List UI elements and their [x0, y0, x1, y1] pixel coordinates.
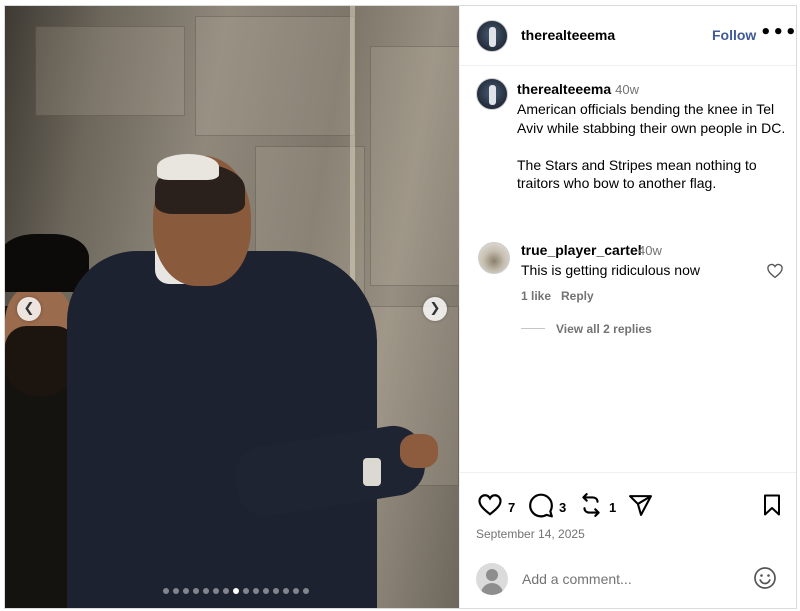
carousel-dot — [193, 588, 199, 594]
comment-text: This is getting ridiculous now — [521, 262, 700, 278]
comment-count: 3 — [559, 500, 567, 515]
carousel-prev-button[interactable]: ❮ — [17, 297, 41, 321]
comment-reply-button[interactable]: Reply — [561, 289, 594, 303]
share-send-icon[interactable] — [628, 493, 653, 518]
commenter-avatar[interactable] — [478, 242, 510, 274]
repost-icon[interactable] — [578, 492, 604, 518]
comment-bubble-icon[interactable] — [528, 492, 554, 518]
man-suit — [67, 251, 377, 608]
carousel-dot — [203, 588, 209, 594]
wall-stone — [35, 26, 185, 116]
man-hand — [400, 434, 438, 468]
wall-stone — [370, 46, 459, 286]
wall-stone — [195, 16, 355, 136]
carousel-dot — [243, 588, 249, 594]
save-bookmark-icon[interactable] — [760, 492, 784, 518]
carousel-dot — [293, 588, 299, 594]
like-count: 7 — [508, 500, 516, 515]
author-username[interactable]: therealteeema — [521, 27, 615, 43]
post-photo[interactable]: ❮ ❯ — [5, 6, 459, 608]
emoji-icon[interactable] — [753, 566, 777, 590]
like-heart-icon[interactable] — [477, 492, 503, 518]
caption-body: therealteeema 40w American officials bend… — [517, 80, 787, 192]
comment-like-heart-icon[interactable] — [766, 262, 784, 280]
post-actions: 7 3 1 September 14, 2025 — [460, 472, 796, 562]
carousel-dot — [173, 588, 179, 594]
carousel-dot — [283, 588, 289, 594]
carousel-dot — [273, 588, 279, 594]
add-comment-bar — [460, 554, 796, 608]
carousel-dot-active — [233, 588, 239, 594]
carousel-dot — [213, 588, 219, 594]
chevron-left-icon: ❮ — [23, 301, 35, 316]
carousel-next-button[interactable]: ❯ — [423, 297, 447, 321]
post-header: therealteeema Follow ••• — [460, 6, 796, 66]
comment-time: 40w — [638, 243, 662, 258]
shirt-cuff — [363, 458, 381, 486]
carousel-indicator — [163, 588, 309, 596]
follow-button[interactable]: Follow — [712, 27, 756, 43]
post-date: September 14, 2025 — [476, 527, 585, 541]
comment-likes[interactable]: 1 like — [521, 289, 551, 303]
carousel-dot — [183, 588, 189, 594]
carousel-dot — [223, 588, 229, 594]
carousel-dot — [263, 588, 269, 594]
more-options-icon[interactable]: ••• — [760, 22, 796, 43]
caption-username[interactable]: therealteeema — [517, 81, 611, 97]
carousel-dot — [163, 588, 169, 594]
add-comment-input[interactable] — [522, 568, 752, 590]
caption-time: 40w — [615, 82, 640, 97]
post-dialog: ❮ ❯ therealteeema Follow ••• therealteee… — [4, 5, 797, 609]
author-avatar[interactable] — [476, 20, 508, 52]
chevron-right-icon: ❯ — [429, 301, 441, 316]
carousel-dot — [253, 588, 259, 594]
kippah — [157, 154, 219, 180]
caption-avatar[interactable] — [476, 78, 508, 110]
caption-text: American officials bending the knee in T… — [517, 101, 786, 192]
post-side-panel: therealteeema Follow ••• therealteeema 40… — [459, 6, 796, 608]
carousel-dot — [303, 588, 309, 594]
view-replies-button[interactable]: View all 2 replies — [556, 322, 652, 336]
comment-username[interactable]: true_player_cartel — [521, 242, 642, 258]
repost-count: 1 — [609, 500, 617, 515]
replies-divider — [521, 328, 545, 329]
current-user-avatar — [476, 563, 508, 595]
